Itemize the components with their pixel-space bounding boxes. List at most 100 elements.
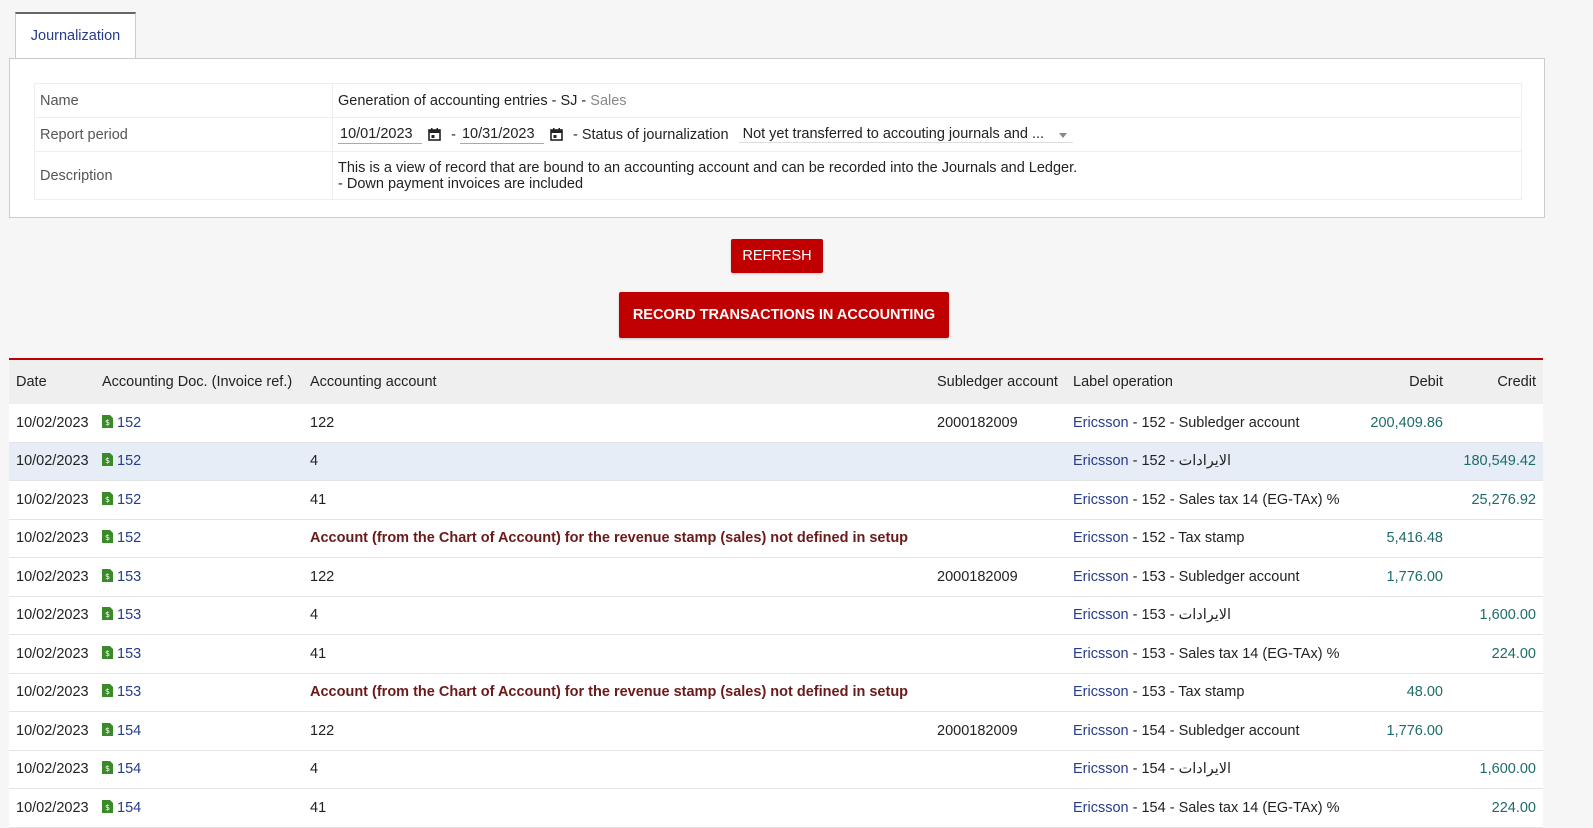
cell-date: 10/02/2023 — [9, 711, 95, 751]
cell-date: 10/02/2023 — [9, 404, 95, 443]
cell-subledger-account: 2000182009 — [930, 557, 1066, 597]
accounting-doc-link[interactable]: 154 — [117, 723, 141, 739]
thirdparty-link[interactable]: Ericsson — [1073, 415, 1129, 431]
table-row: 10/02/2023 $154 122 2000182009 Ericsson - 15… — [9, 711, 1543, 751]
cell-accounting-doc: $153 — [95, 673, 303, 712]
cell-date: 10/02/2023 — [9, 480, 95, 520]
label-operation-text: - 152 - Tax stamp — [1128, 530, 1245, 547]
calendar-icon[interactable] — [550, 128, 563, 141]
svg-text:$: $ — [105, 572, 110, 581]
thirdparty-link[interactable]: Ericsson — [1073, 492, 1129, 508]
table-row: 10/02/2023 $153 122 2000182009 Ericsson - 15… — [9, 557, 1543, 597]
accounting-doc-link[interactable]: 154 — [117, 761, 141, 777]
svg-text:$: $ — [105, 418, 110, 427]
accounting-doc-link[interactable]: 152 — [117, 492, 141, 508]
thirdparty-link[interactable]: Ericsson — [1073, 684, 1129, 700]
transactions-table: Date Accounting Doc. (Invoice ref.) Acco… — [9, 358, 1543, 828]
name-text: Generation of accounting entries - SJ - — [338, 92, 587, 109]
cell-date: 10/02/2023 — [9, 557, 95, 597]
table-row: 10/02/2023 $152 Account (from the Chart of… — [9, 519, 1543, 558]
accounting-doc-link[interactable]: 152 — [117, 530, 141, 546]
label-operation-text: - 152 - الايرادات — [1128, 453, 1232, 470]
cell-date: 10/02/2023 — [9, 596, 95, 635]
journalization-status-select[interactable]: Not yet transferred to accouting journal… — [738, 126, 1073, 143]
column-header-subledger-account[interactable]: Subledger account — [930, 359, 1066, 404]
accounting-doc-link[interactable]: 152 — [117, 453, 141, 469]
name-journal-label: Sales — [590, 92, 627, 109]
thirdparty-link[interactable]: Ericsson — [1073, 453, 1129, 469]
name-label: Name — [34, 83, 333, 118]
report-period-value: - - Status of journalization Not yet tra… — [332, 117, 1522, 152]
invoice-doc-icon: $ — [102, 722, 113, 736]
cell-credit: 1,600.00 — [1450, 596, 1543, 635]
cell-debit: 1,776.00 — [1363, 557, 1450, 597]
label-operation-text: - 152 - Subledger account — [1128, 414, 1300, 431]
cell-subledger-account — [930, 634, 1066, 674]
cell-debit: 200,409.86 — [1363, 404, 1450, 443]
accounting-doc-link[interactable]: 153 — [117, 607, 141, 623]
cell-accounting-doc: $152 — [95, 480, 303, 520]
svg-text:$: $ — [105, 687, 110, 696]
svg-text:$: $ — [105, 649, 110, 658]
refresh-button[interactable]: REFRESH — [731, 239, 823, 273]
cell-debit — [1363, 634, 1450, 674]
tab-journalization[interactable]: Journalization — [15, 12, 136, 58]
accounting-doc-link[interactable]: 153 — [117, 569, 141, 585]
cell-accounting-doc: $152 — [95, 519, 303, 558]
cell-credit: 224.00 — [1450, 788, 1543, 828]
column-header-accounting-account[interactable]: Accounting account — [303, 359, 930, 404]
cell-subledger-account — [930, 442, 1066, 481]
cell-subledger-account: 2000182009 — [930, 404, 1066, 443]
thirdparty-link[interactable]: Ericsson — [1073, 723, 1129, 739]
table-row: 10/02/2023 $152 4 Ericsson - 152 - الايرادا… — [9, 442, 1543, 481]
record-transactions-button[interactable]: RECORD TRANSACTIONS IN ACCOUNTING — [619, 292, 949, 338]
thirdparty-link[interactable]: Ericsson — [1073, 646, 1129, 662]
cell-subledger-account — [930, 480, 1066, 520]
cell-accounting-account: Account (from the Chart of Account) for … — [303, 673, 930, 712]
table-row: 10/02/2023 $152 122 2000182009 Ericsson - 15… — [9, 404, 1543, 443]
date-to-input[interactable] — [459, 125, 544, 144]
label-operation-text: - 153 - Tax stamp — [1128, 684, 1245, 701]
accounting-doc-link[interactable]: 153 — [117, 684, 141, 700]
column-header-debit[interactable]: Debit — [1363, 359, 1450, 404]
cell-accounting-account: 41 — [303, 634, 930, 674]
cell-credit — [1450, 711, 1543, 751]
column-header-credit[interactable]: Credit — [1450, 359, 1543, 404]
cell-date: 10/02/2023 — [9, 634, 95, 674]
cell-debit: 1,776.00 — [1363, 711, 1450, 751]
cell-accounting-doc: $154 — [95, 750, 303, 789]
cell-accounting-account: 122 — [303, 557, 930, 597]
svg-text:$: $ — [105, 610, 110, 619]
column-header-accounting-doc[interactable]: Accounting Doc. (Invoice ref.) — [95, 359, 303, 404]
journalization-status-label: - Status of journalization — [573, 126, 729, 143]
cell-credit — [1450, 673, 1543, 712]
date-from-input[interactable] — [338, 125, 422, 144]
cell-label-operation: Ericsson - 153 - Tax stamp — [1066, 673, 1363, 712]
thirdparty-link[interactable]: Ericsson — [1073, 530, 1129, 546]
column-header-label-operation[interactable]: Label operation — [1066, 359, 1363, 404]
label-operation-text: - 152 - Sales tax 14 (EG-TAx) % — [1128, 491, 1340, 508]
calendar-icon[interactable] — [428, 128, 441, 141]
accounting-doc-link[interactable]: 152 — [117, 415, 141, 431]
thirdparty-link[interactable]: Ericsson — [1073, 569, 1129, 585]
description-label: Description — [34, 151, 333, 200]
description-value: This is a view of record that are bound … — [332, 151, 1522, 200]
cell-date: 10/02/2023 — [9, 673, 95, 712]
cell-label-operation: Ericsson - 152 - Subledger account — [1066, 404, 1363, 443]
column-header-date[interactable]: Date — [9, 359, 95, 404]
accounting-doc-link[interactable]: 153 — [117, 646, 141, 662]
cell-date: 10/02/2023 — [9, 788, 95, 828]
date-separator: - — [451, 126, 456, 143]
thirdparty-link[interactable]: Ericsson — [1073, 607, 1129, 623]
accounting-doc-link[interactable]: 154 — [117, 800, 141, 816]
thirdparty-link[interactable]: Ericsson — [1073, 761, 1129, 777]
table-row: 10/02/2023 $154 41 Ericsson - 154 - Sales t… — [9, 788, 1543, 828]
table-row: 10/02/2023 $153 4 Ericsson - 153 - الايرادا… — [9, 596, 1543, 635]
cell-credit: 1,600.00 — [1450, 750, 1543, 789]
invoice-doc-icon: $ — [102, 684, 113, 698]
cell-label-operation: Ericsson - 152 - الايرادات — [1066, 442, 1363, 481]
cell-debit: 48.00 — [1363, 673, 1450, 712]
cell-date: 10/02/2023 — [9, 442, 95, 481]
thirdparty-link[interactable]: Ericsson — [1073, 800, 1129, 816]
label-operation-text: - 154 - الايرادات — [1128, 761, 1232, 778]
